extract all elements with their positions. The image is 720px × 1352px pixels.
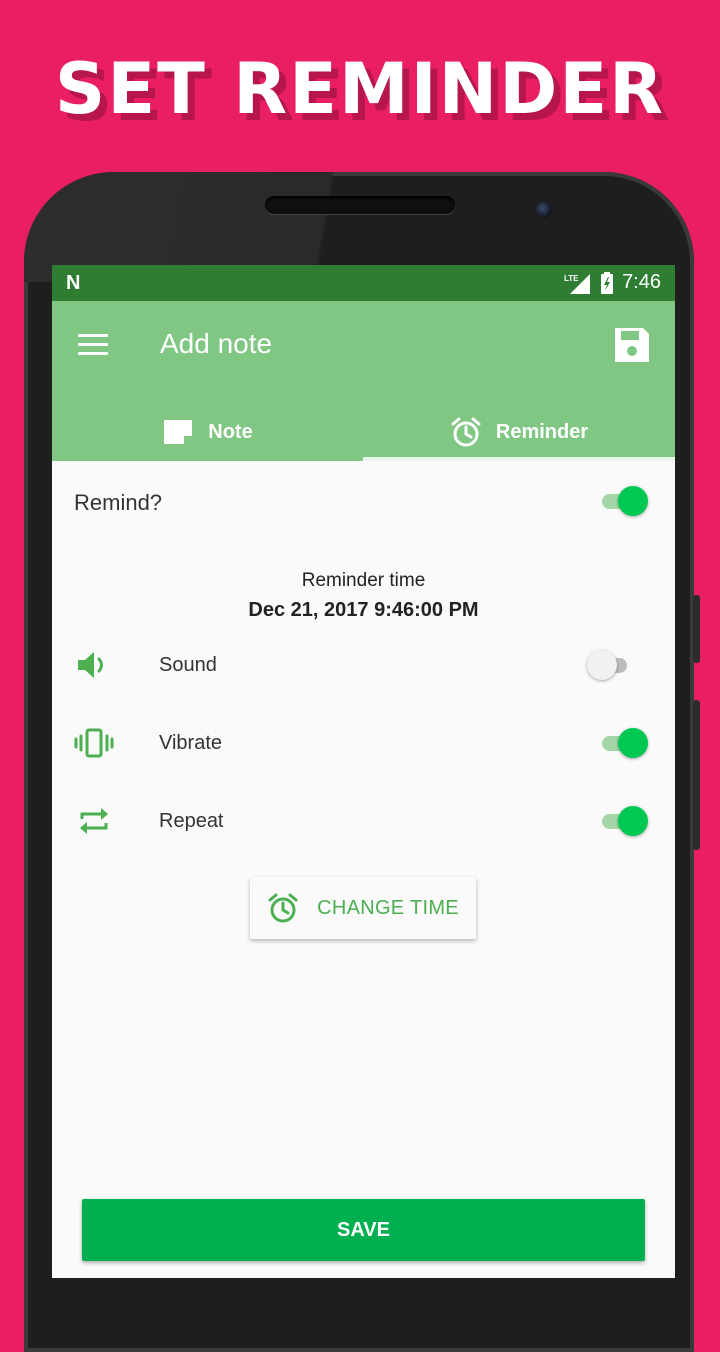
- lte-signal-icon: LTE: [564, 273, 591, 294]
- vibrate-toggle[interactable]: [600, 726, 648, 760]
- phone-speaker: [265, 196, 455, 214]
- app-bar: Add note Note Reminder: [52, 301, 675, 461]
- remind-label: Remind?: [74, 490, 163, 515]
- note-icon: [164, 420, 193, 444]
- sound-toggle[interactable]: [587, 648, 633, 682]
- battery-icon: [601, 271, 614, 294]
- phone-side-button: [693, 700, 700, 850]
- vibrate-label: Vibrate: [159, 732, 223, 754]
- repeat-icon: [80, 808, 108, 834]
- promo-title: SET REMINDER: [54, 48, 666, 130]
- app-screen: N LTE 7:46 Add note Note Reminder Remind…: [52, 265, 675, 1278]
- tab-indicator: [363, 457, 675, 461]
- save-floppy-icon[interactable]: [612, 325, 652, 365]
- hamburger-menu-icon[interactable]: [78, 334, 108, 356]
- volume-icon: [78, 652, 103, 678]
- tab-note-label: Note: [208, 420, 253, 443]
- save-button[interactable]: SAVE: [82, 1199, 645, 1261]
- vibrate-icon: [74, 728, 114, 758]
- tab-note[interactable]: Note: [52, 407, 363, 457]
- page-title: Add note: [160, 328, 273, 359]
- remind-toggle[interactable]: [600, 484, 648, 518]
- alarm-clock-icon: [451, 417, 481, 447]
- status-time: 7:46: [622, 271, 661, 293]
- reminder-time-value: Dec 21, 2017 9:46:00 PM: [248, 599, 479, 621]
- notification-icon: N: [66, 272, 81, 294]
- tab-reminder-label: Reminder: [495, 420, 589, 443]
- change-time-button[interactable]: CHANGE TIME: [250, 877, 476, 939]
- repeat-toggle[interactable]: [600, 804, 648, 838]
- phone-side-button: [693, 595, 700, 663]
- sound-label: Sound: [159, 654, 217, 676]
- repeat-label: Repeat: [159, 810, 224, 832]
- reminder-time-label: Reminder time: [301, 570, 426, 591]
- svg-text:LTE: LTE: [564, 274, 579, 283]
- tab-reminder[interactable]: Reminder: [363, 407, 675, 457]
- status-indicators: LTE 7:46: [564, 271, 661, 294]
- phone-camera: [536, 202, 552, 218]
- change-time-label: CHANGE TIME: [317, 896, 459, 919]
- status-bar: N LTE 7:46: [52, 265, 675, 301]
- alarm-clock-icon: [268, 893, 298, 923]
